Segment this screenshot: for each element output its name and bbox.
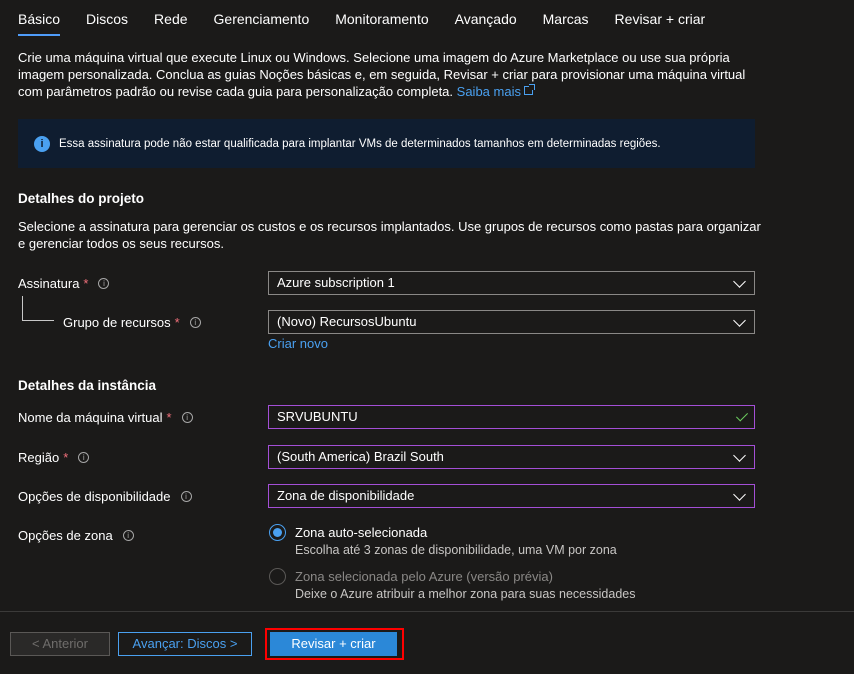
info-icon: i — [34, 135, 50, 152]
tab-discos[interactable]: Discos — [86, 0, 128, 36]
tab-avancado[interactable]: Avançado — [455, 0, 517, 36]
tree-connector — [22, 296, 23, 320]
instance-details-title: Detalhes da instância — [18, 378, 157, 393]
availability-select[interactable]: Zona de disponibilidade — [268, 484, 755, 508]
tab-gerenciamento[interactable]: Gerenciamento — [214, 0, 310, 36]
info-circle-icon[interactable]: i — [122, 530, 134, 541]
tree-connector-horizontal — [22, 320, 54, 321]
radio-azure-zone-label[interactable]: Zona selecionada pelo Azure (versão prév… — [295, 569, 553, 584]
learn-more-link[interactable]: Saiba mais — [457, 84, 535, 99]
chevron-down-icon — [733, 275, 746, 288]
next-discos-button[interactable]: Avançar: Discos > — [118, 632, 252, 656]
info-circle-icon[interactable]: i — [180, 491, 192, 502]
region-select[interactable]: (South America) Brazil South — [268, 445, 755, 469]
radio-azure-zone[interactable] — [269, 568, 286, 585]
project-description: Selecione a assinatura para gerenciar os… — [18, 219, 761, 251]
project-details-title: Detalhes do projeto — [18, 191, 145, 206]
info-banner: i Essa assinatura pode não estar qualifi… — [18, 119, 755, 168]
vm-name-input[interactable]: SRVUBUNTU — [268, 405, 755, 429]
previous-button[interactable]: < Anterior — [10, 632, 110, 656]
tab-basico[interactable]: Básico — [18, 0, 61, 36]
highlight-box — [265, 628, 404, 660]
subscription-label: Assinatura * i — [18, 276, 110, 291]
chevron-down-icon — [733, 488, 746, 501]
info-circle-icon[interactable]: i — [189, 317, 201, 328]
info-circle-icon[interactable]: i — [98, 278, 110, 289]
tab-marcas[interactable]: Marcas — [543, 0, 589, 36]
intro-body: Crie uma máquina virtual que execute Lin… — [18, 50, 746, 99]
banner-text: Essa assinatura pode não estar qualifica… — [59, 137, 661, 150]
resource-group-label: Grupo de recursos * i — [63, 315, 201, 330]
tab-monitoramento[interactable]: Monitoramento — [335, 0, 428, 36]
create-new-link[interactable]: Criar novo — [268, 336, 328, 351]
subscription-select[interactable]: Azure subscription 1 — [268, 271, 755, 295]
info-circle-icon[interactable]: i — [78, 452, 90, 463]
tab-bar: Básico Discos Rede Gerenciamento Monitor… — [18, 0, 731, 36]
radio-azure-zone-sub: Deixe o Azure atribuir a melhor zona par… — [295, 587, 636, 601]
resource-group-select[interactable]: (Novo) RecursosUbuntu — [268, 310, 755, 334]
tab-revisar-criar[interactable]: Revisar + criar — [615, 0, 706, 36]
external-link-icon — [523, 84, 535, 95]
intro-text: Crie uma máquina virtual que execute Lin… — [18, 49, 758, 100]
chevron-down-icon — [733, 314, 746, 327]
availability-label: Opções de disponibilidade i — [18, 489, 192, 504]
radio-auto-zone-label[interactable]: Zona auto-selecionada — [295, 525, 427, 540]
region-label: Região * i — [18, 450, 90, 465]
zone-options-label: Opções de zona i — [18, 528, 134, 543]
radio-auto-zone-sub: Escolha até 3 zonas de disponibilidade, … — [295, 543, 617, 557]
footer-divider — [0, 611, 854, 612]
tab-rede[interactable]: Rede — [154, 0, 187, 36]
checkmark-icon — [735, 409, 749, 422]
chevron-down-icon — [733, 449, 746, 462]
info-circle-icon[interactable]: i — [181, 412, 193, 423]
vm-name-label: Nome da máquina virtual * i — [18, 410, 193, 425]
radio-auto-zone[interactable] — [269, 524, 286, 541]
